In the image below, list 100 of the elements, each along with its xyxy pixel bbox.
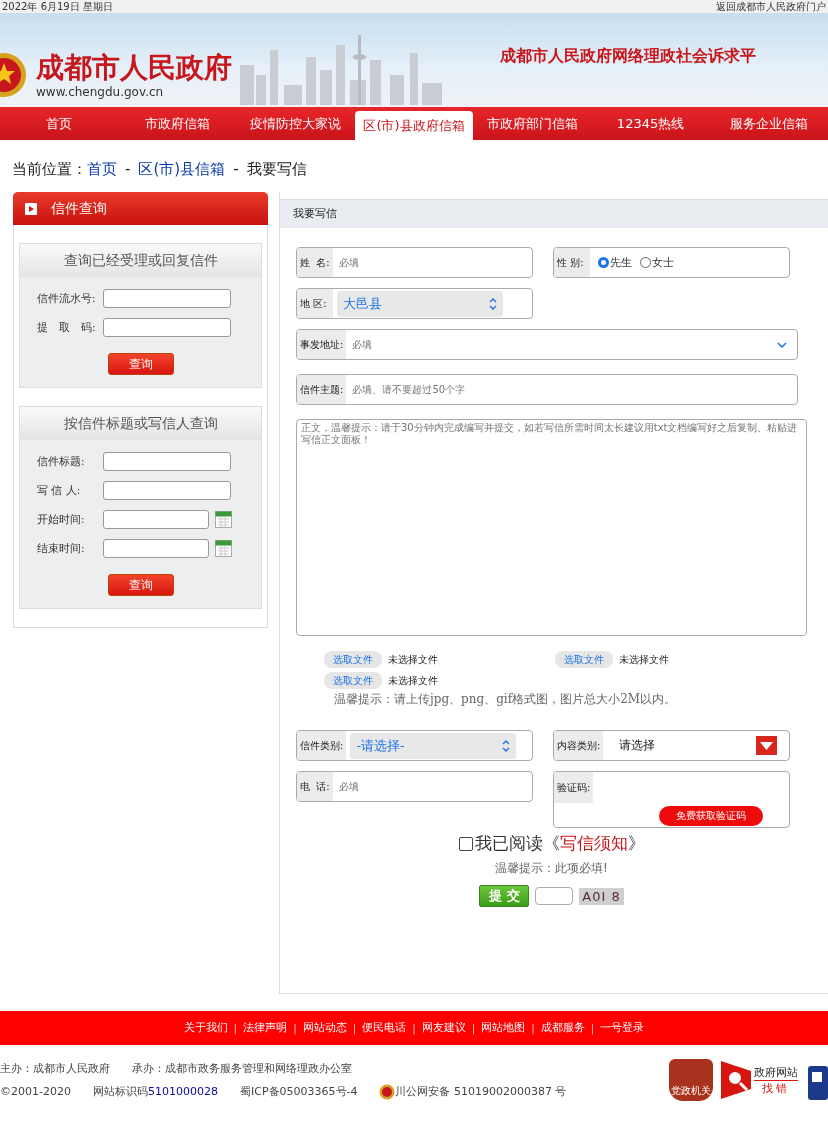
nav-tab[interactable]: 区(市)县政府信箱 xyxy=(354,111,474,140)
text-input[interactable]: 必填 xyxy=(346,338,777,351)
submit-button[interactable]: 提 交 xyxy=(479,885,530,907)
link-separator: | xyxy=(352,1022,357,1034)
nav-tab[interactable]: 市政府信箱 xyxy=(118,107,237,140)
field-label: 内容类别: xyxy=(554,731,604,760)
calendar-icon xyxy=(215,540,232,557)
radio-button[interactable] xyxy=(598,257,609,268)
choose-file-button[interactable]: 选取文件 xyxy=(324,651,382,668)
magnifier-icon xyxy=(721,1061,751,1099)
captcha-input[interactable] xyxy=(535,887,574,905)
choose-file-button[interactable]: 选取文件 xyxy=(324,672,382,689)
input-field[interactable] xyxy=(103,318,231,337)
text-input[interactable]: 必填、请不要超过50个字 xyxy=(346,383,797,396)
form-field[interactable]: 事发地址: 必填 xyxy=(296,329,798,360)
query-button[interactable]: 查询 xyxy=(107,574,174,596)
footer-link[interactable]: 网站地图 xyxy=(481,1021,526,1035)
card-heading: 按信件标题或写信人查询 xyxy=(20,407,261,440)
site-code-link[interactable]: 5101000028 xyxy=(147,1085,218,1098)
field-label: 信件类别: xyxy=(297,731,347,760)
footer-link[interactable]: 成都服务 xyxy=(540,1021,585,1035)
input-field[interactable] xyxy=(103,539,209,558)
form-field[interactable]: 姓 名: 必填 xyxy=(296,247,533,278)
select-dropdown[interactable]: 大邑县 xyxy=(337,290,503,317)
site-code-label: 网站标识码 xyxy=(92,1084,148,1099)
nav-tab[interactable]: 疫情防控大家说 xyxy=(236,107,355,140)
breadcrumb-separator: - xyxy=(233,160,239,180)
file-status: 未选择文件 xyxy=(388,673,438,688)
footer-link[interactable]: 法律声明 xyxy=(243,1021,288,1035)
form-field[interactable]: 电 话: 必填 xyxy=(296,771,533,802)
input-field[interactable] xyxy=(103,481,231,500)
form-field[interactable]: 信件主题: 必填、请不要超过50个字 xyxy=(296,374,798,405)
field-label: 信件主题: xyxy=(297,375,347,404)
choose-file-button[interactable]: 选取文件 xyxy=(555,651,613,668)
police-badge-icon xyxy=(379,1083,396,1100)
chevron-down-icon xyxy=(777,341,787,348)
text-input[interactable]: 必填 xyxy=(333,780,532,793)
agreement-checkbox[interactable] xyxy=(458,836,473,851)
party-badge[interactable]: 党政机关 xyxy=(669,1059,713,1101)
query-button[interactable]: 查询 xyxy=(107,353,174,375)
field-label: 姓 名: xyxy=(297,248,333,277)
date-text: 2022年 6月19日 星期日 xyxy=(2,0,113,13)
footer-link[interactable]: 一号登录 xyxy=(600,1021,645,1035)
select-value: 请选择 xyxy=(618,737,657,754)
footer-link[interactable]: 网站动态 xyxy=(302,1021,347,1035)
site-url: www.chengdu.gov.cn xyxy=(36,85,165,99)
breadcrumb-link[interactable]: 首页 xyxy=(87,160,117,192)
agreement-text: 我已阅读《 xyxy=(474,832,560,855)
breadcrumb-current: 我要写信 xyxy=(246,160,307,180)
police-record-text: 川公网安备 51019002000387 号 xyxy=(395,1084,567,1099)
get-code-button[interactable]: 免费获取验证码 xyxy=(659,806,763,826)
field-label: 电 话: xyxy=(297,772,333,801)
breadcrumb-label: 当前位置： xyxy=(12,160,87,180)
form-field[interactable]: 地 区: 大邑县 xyxy=(296,288,533,319)
organizer-text: 承办：成都市政务服务管理和网络理政办公室 xyxy=(132,1060,352,1076)
field-label: 信件流水号: xyxy=(37,291,97,306)
footer-link[interactable]: 关于我们 xyxy=(183,1021,228,1035)
footer-link[interactable]: 网友建议 xyxy=(421,1021,466,1035)
link-separator: | xyxy=(233,1022,238,1034)
nav-tab[interactable]: 12345热线 xyxy=(591,107,710,140)
footer-link[interactable]: 便民电话 xyxy=(362,1021,407,1035)
nav-tab[interactable]: 首页 xyxy=(0,107,119,140)
message-textarea[interactable]: 正文，温馨提示：请于30分钟内完成编写并提交，如若写信所需时间太长建议用txt文档编写好之后复制、粘贴进写信正文面板！ xyxy=(296,419,807,636)
portal-link[interactable]: 返回成都市人民政府门户 xyxy=(716,0,826,13)
icp-text: 蜀ICP备05003365号-4 xyxy=(239,1084,358,1099)
field-label: 性 别: xyxy=(554,248,590,277)
text-input[interactable]: 必填 xyxy=(333,256,532,269)
input-field[interactable] xyxy=(103,510,209,529)
form-field[interactable]: 验证码: 免费获取验证码 xyxy=(553,771,790,828)
input-field[interactable] xyxy=(103,289,231,308)
copyright-text: ©2001-2020 xyxy=(0,1085,71,1098)
link-separator: | xyxy=(531,1022,535,1034)
up-down-arrows-icon xyxy=(489,297,497,310)
nav-tab[interactable]: 市政府部门信箱 xyxy=(473,107,592,140)
play-icon xyxy=(25,202,37,215)
form-field[interactable]: 内容类别: 请选择 xyxy=(553,730,790,761)
field-label: 地 区: xyxy=(297,289,333,318)
form-field[interactable]: 性 别: 先生 女士 xyxy=(553,247,790,278)
calendar-icon xyxy=(215,511,232,528)
nav-tab[interactable]: 服务企业信箱 xyxy=(709,107,828,140)
select-dropdown[interactable]: -请选择- xyxy=(350,732,517,759)
field-label: 提 取 码: xyxy=(37,320,97,335)
breadcrumb-link[interactable]: 区(市)县信箱 xyxy=(138,160,226,192)
file-status: 未选择文件 xyxy=(388,652,438,667)
notice-link[interactable]: 写信须知 xyxy=(559,832,628,855)
input-field[interactable] xyxy=(103,452,231,471)
card-heading: 查询已经受理或回复信件 xyxy=(20,244,261,277)
platform-title: 成都市人民政府网络理政社会诉求平 xyxy=(500,45,756,67)
link-separator: | xyxy=(471,1022,476,1034)
field-label: 结束时间: xyxy=(37,541,86,556)
error-report-badge[interactable]: 政府网站 找错 xyxy=(721,1061,798,1099)
radio-option[interactable]: 女士 xyxy=(640,255,674,270)
site-name: 成都市人民政府 xyxy=(36,51,232,85)
form-field[interactable]: 信件类别: -请选择- xyxy=(296,730,533,761)
radio-option[interactable]: 先生 xyxy=(598,255,632,270)
field-label: 写 信 人: xyxy=(37,483,82,498)
field-label: 事发地址: xyxy=(297,330,347,359)
breadcrumb-separator: - xyxy=(125,160,131,180)
radio-button[interactable] xyxy=(640,257,651,268)
required-hint: 温馨提示：此项必填! xyxy=(494,860,609,877)
